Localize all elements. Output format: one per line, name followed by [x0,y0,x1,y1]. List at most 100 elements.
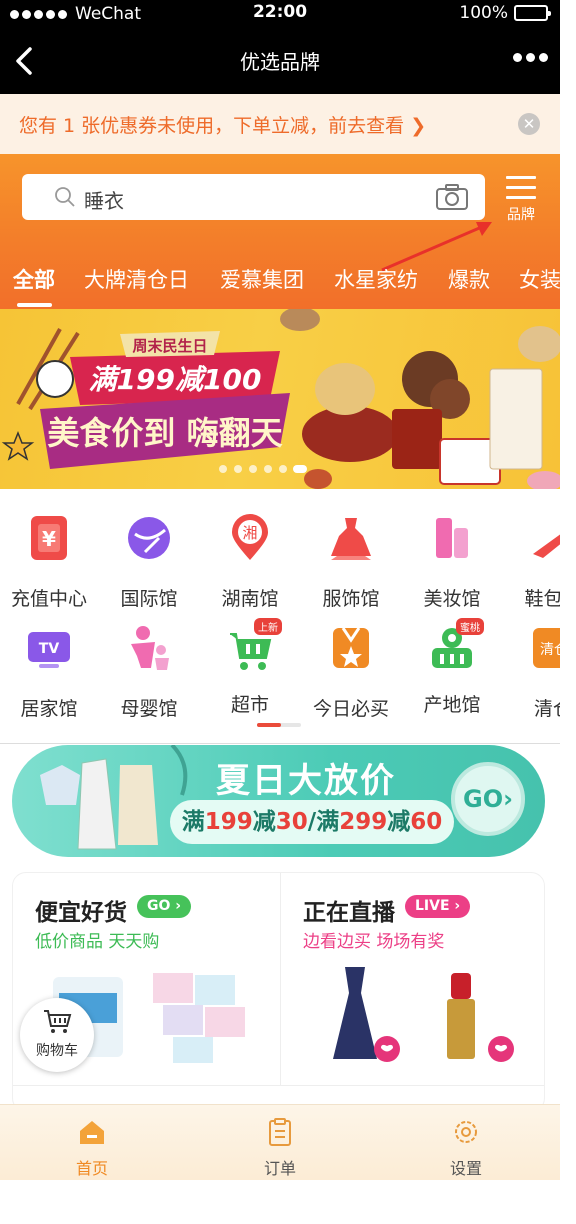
category-label: 清仓 [533,698,560,720]
recharge-icon: ¥ [31,516,67,560]
category-beauty[interactable]: 美妆馆 [402,514,502,611]
close-icon[interactable]: ✕ [518,113,540,135]
svg-text:TV: TV [39,641,60,657]
app-screen: WeChat 22:00 100% 优选品牌 您有 1 张优惠券未使用，下单立减… [0,0,576,1224]
category-label: 湖南馆 [221,588,279,610]
tab-hot[interactable]: 爆款 [448,264,490,294]
clearance-icon: 清仓 [533,628,560,668]
promo-offer: 满199减30/满299减60 [170,800,454,844]
svg-text:清仓: 清仓 [540,642,560,658]
mother-baby-icon [131,626,169,670]
category-origin[interactable]: 蜜桃 产地馆 [402,618,502,717]
card-title: 便宜好货 [35,900,127,926]
banner-slogan: 美食价到 嗨翻天 [47,414,282,452]
tab-aimer[interactable]: 爱慕集团 [220,264,304,294]
nav-bar: 优选品牌 [0,27,560,94]
hamburger-icon [506,176,536,199]
live-badge[interactable]: LIVE › [405,895,471,918]
card-divider [13,1085,544,1086]
tab-settings[interactable]: 设置 [416,1117,516,1179]
category-grid: ¥ 充值中心 国际馆 湘 湖南馆 服饰馆 美妆馆 鞋 TV 居家馆 母婴馆 上新… [0,489,560,744]
tab-womens[interactable]: 女装 [519,264,560,294]
shopping-cart-button[interactable]: 购物车 [20,998,94,1072]
tab-label: 设置 [449,1159,482,1178]
search-query: 睡衣 [84,189,124,213]
hunan-pin-icon: 湘 [232,514,268,560]
settings-icon [455,1121,477,1143]
live-card[interactable]: 正在直播 LIVE › 边看边买 场场有奖 [280,873,544,1085]
category-label: 母婴馆 [120,698,178,720]
summer-sale-banner[interactable]: 夏日大放价 满199减30/满299减60 GO› [12,745,545,857]
category-label: 美妆馆 [423,588,481,610]
bottom-spacer [0,1180,576,1224]
globe-icon [128,517,170,559]
clothing-illustration [40,745,188,850]
tab-big-brand[interactable]: 大牌清仓日 [84,264,189,294]
category-label: 超市 [230,694,269,716]
live-products-image [333,967,514,1062]
tab-label: 首页 [75,1159,108,1178]
tab-all[interactable]: 全部 [13,264,55,294]
battery-icon [514,5,551,21]
tv-icon: TV [28,632,70,668]
header-area: 睡衣 品牌 全部 大牌清仓日 爱慕集团 水星家纺 爆款 女装 [0,154,560,309]
tab-label: 订单 [263,1159,296,1178]
category-label: 居家馆 [20,698,78,720]
more-menu-icon[interactable] [513,53,548,62]
coupon-notice-bar[interactable]: 您有 1 张优惠券未使用，下单立减，前去查看 ❯ ✕ [0,94,560,154]
heel-icon [533,534,560,558]
go-badge[interactable]: GO › [137,895,192,918]
basket-cart-icon [44,1010,72,1033]
order-icon [269,1118,291,1146]
feature-cards: 便宜好货 GO › 低价商品 天天购 正在直播 LIVE › 边看边买 场场有奖 [12,872,545,1112]
camera-icon[interactable] [435,183,469,211]
home-icon [80,1121,104,1144]
cosmetics-icon [436,518,468,558]
category-pager [257,723,301,727]
category-clearance[interactable]: 清仓 清仓 [503,624,560,721]
svg-text:湘: 湘 [242,524,257,542]
category-tabs: 全部 大牌清仓日 爱慕集团 水星家纺 爆款 女装 [0,258,560,309]
category-hunan[interactable]: 湘 湖南馆 [200,514,300,611]
cart-label: 购物车 [36,1043,78,1059]
card-subtitle: 边看边买 场场有奖 [303,932,445,952]
tab-home[interactable]: 首页 [42,1117,142,1179]
dress-icon [331,518,371,560]
category-apparel[interactable]: 服饰馆 [301,514,401,611]
category-label: 服饰馆 [322,588,380,610]
category-label: 充值中心 [10,588,87,610]
category-label: 今日必买 [312,698,389,720]
bottom-tab-bar: 首页 订单 设置 [0,1104,560,1180]
category-mother-baby[interactable]: 母婴馆 [99,624,199,721]
tab-mercury[interactable]: 水星家纺 [334,264,418,294]
new-tag: 上新 [254,618,282,635]
category-international[interactable]: 国际馆 [99,514,199,611]
banner-headline: 满199减100 [89,363,262,396]
category-must-buy[interactable]: 今日必买 [301,624,401,721]
coupon-notice-text[interactable]: 您有 1 张优惠券未使用，下单立减，前去查看 ❯ [19,111,426,138]
category-supermarket[interactable]: 上新 超市 [200,618,300,717]
search-icon [55,187,75,207]
battery-percent: 100% [459,3,508,23]
category-label: 国际馆 [120,588,178,610]
active-tab-indicator [17,303,52,307]
category-label: 鞋包馆 [524,588,560,610]
battery-indicator: 100% [459,3,551,23]
card-subtitle: 低价商品 天天购 [35,932,160,952]
brand-menu-button[interactable]: 品牌 [501,176,541,232]
category-recharge[interactable]: ¥ 充值中心 [0,514,99,611]
status-bar: WeChat 22:00 100% [0,0,560,27]
brand-menu-label: 品牌 [507,207,535,223]
promo-headline: 夏日大放价 [216,761,396,801]
card-title: 正在直播 [303,900,395,926]
promo-banner-food[interactable]: 周末民生日 满199减100 美食价到 嗨翻天 [0,309,560,489]
promo-go-button[interactable]: GO› [451,762,525,836]
page-title: 优选品牌 [240,50,320,74]
category-home[interactable]: TV 居家馆 [0,624,99,721]
category-shoes-bags[interactable]: 鞋包馆 [503,514,560,611]
banner-artwork: 周末民生日 满199减100 美食价到 嗨翻天 [1,309,560,489]
right-gutter [560,0,576,1224]
tab-orders[interactable]: 订单 [230,1117,330,1179]
banner-tag: 周末民生日 [132,337,207,355]
category-label: 产地馆 [423,694,481,716]
